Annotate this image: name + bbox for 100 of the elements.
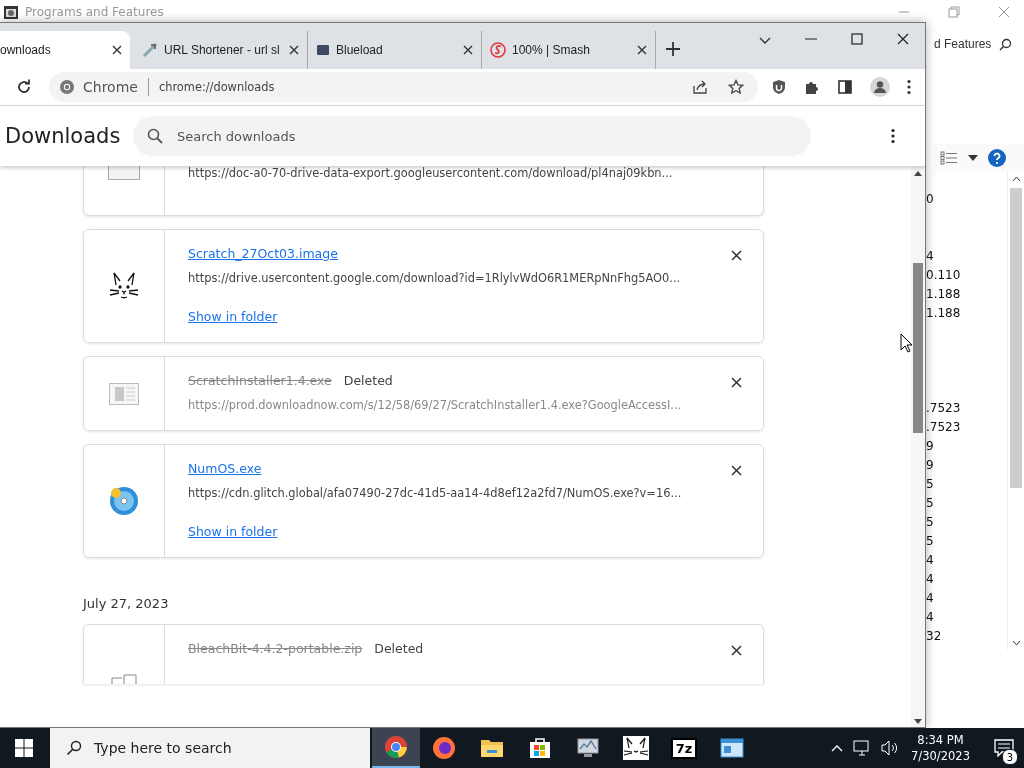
scroll-up-icon[interactable] bbox=[1011, 176, 1021, 182]
show-in-folder-link[interactable]: Show in folder bbox=[188, 524, 278, 539]
close-tab-icon[interactable] bbox=[463, 45, 473, 55]
chrome-icon bbox=[384, 735, 408, 759]
cat-face-icon bbox=[108, 271, 140, 301]
taskbar-app[interactable] bbox=[372, 728, 420, 768]
clock[interactable]: 8:34 PM 7/30/2023 bbox=[911, 732, 970, 764]
taskbar-app[interactable]: 7z bbox=[660, 728, 708, 768]
version-cell-text: 4 bbox=[926, 590, 935, 607]
source-url: https://drive.usercontent.google.com/download?id=1RlylvWdO6R1MERpNnFhg5AO0... bbox=[188, 271, 681, 285]
document-icon bbox=[109, 382, 139, 405]
close-tab-icon[interactable] bbox=[289, 45, 299, 55]
remove-icon[interactable] bbox=[731, 250, 742, 261]
version-cell-text: .7523 bbox=[926, 419, 962, 436]
show-in-folder-link[interactable]: Show in folder bbox=[188, 309, 278, 324]
search-field[interactable]: d Features bbox=[930, 32, 1016, 56]
monitor-icon bbox=[576, 737, 600, 759]
remove-icon[interactable] bbox=[731, 645, 742, 656]
maximize-icon[interactable] bbox=[851, 33, 863, 45]
dropdown-caret-icon[interactable] bbox=[968, 155, 978, 161]
scroll-down-icon[interactable] bbox=[914, 719, 922, 724]
version-cell-text: 0 bbox=[926, 191, 935, 208]
version-cell-text: 9 bbox=[926, 457, 935, 474]
version-cell-text: .7523 bbox=[926, 400, 962, 417]
network-icon[interactable] bbox=[853, 740, 872, 756]
chevron-up-icon[interactable] bbox=[831, 744, 844, 752]
file-link[interactable]: NumOS.exe bbox=[188, 461, 262, 476]
file-icon bbox=[108, 166, 140, 180]
square-favicon bbox=[316, 43, 330, 57]
date-heading: July 27, 2023 bbox=[83, 596, 170, 611]
tab-search-icon[interactable] bbox=[759, 37, 771, 45]
profile-icon[interactable] bbox=[870, 77, 890, 97]
help-icon[interactable] bbox=[988, 149, 1006, 167]
side-panel-icon[interactable] bbox=[837, 79, 853, 95]
version-cell-text: 9 bbox=[926, 438, 935, 455]
close-tab-icon[interactable] bbox=[112, 45, 122, 55]
search-field[interactable]: Search downloads bbox=[133, 116, 811, 156]
browser-tab[interactable]: 100% | Smash bbox=[482, 31, 656, 69]
source-url: https://doc-a0-70-drive-data-export.googleusercontent.com/download/pl4naj09kbn... bbox=[188, 166, 673, 180]
version-cell-text: 4 bbox=[926, 571, 935, 588]
shield-icon[interactable] bbox=[771, 79, 787, 95]
start-icon[interactable] bbox=[15, 739, 33, 757]
source-url: https://prod.downloadnow.com/s/12/58/69/27/ScratchInstaller1.4.exe?GoogleAccessI... bbox=[188, 398, 682, 412]
scrollbar-thumb[interactable] bbox=[913, 263, 923, 433]
smash-favicon bbox=[490, 42, 506, 58]
version-cell-text: 1.188 bbox=[926, 305, 962, 322]
version-cell-text: 4 bbox=[926, 248, 935, 265]
folder-icon bbox=[480, 737, 504, 759]
file-name: BleachBit-4.4.2-portable.zip bbox=[188, 641, 363, 656]
version-cell-text: 5 bbox=[926, 476, 935, 493]
menu-icon[interactable] bbox=[907, 79, 911, 95]
page-title: Downloads bbox=[5, 124, 122, 148]
version-cell-text: 4 bbox=[926, 552, 935, 569]
puzzle-icon[interactable] bbox=[804, 79, 820, 95]
scrollbar[interactable] bbox=[911, 166, 925, 727]
store-icon bbox=[529, 737, 551, 759]
scroll-down-icon[interactable] bbox=[1011, 640, 1021, 646]
link-favicon bbox=[142, 42, 158, 58]
more-icon[interactable] bbox=[891, 128, 895, 144]
taskbar-search-field[interactable]: Type here to search bbox=[50, 728, 370, 768]
search-icon bbox=[66, 740, 82, 756]
disc-icon bbox=[109, 486, 139, 516]
close-icon[interactable] bbox=[897, 33, 909, 45]
scrollbar[interactable] bbox=[1007, 172, 1024, 650]
remove-icon[interactable] bbox=[731, 465, 742, 476]
scrollbar-thumb[interactable] bbox=[1010, 188, 1022, 488]
browser-tab[interactable]: Blueload bbox=[308, 31, 482, 69]
new-tab-icon[interactable] bbox=[666, 42, 680, 56]
window-title: Programs and Features bbox=[25, 5, 164, 19]
browser-tab[interactable]: URL Shortener - url sl bbox=[134, 31, 308, 69]
version-cell-text: 5 bbox=[926, 533, 935, 550]
archive-icon bbox=[110, 674, 138, 684]
close-tab-icon[interactable] bbox=[637, 45, 647, 55]
version-cell-text: 32 bbox=[926, 628, 943, 645]
status-label: Deleted bbox=[343, 373, 393, 388]
source-url: https://cdn.glitch.global/afa07490-27dc-41d5-aa14-4d8ef12a2fd7/NumOS.exe?v=16... bbox=[188, 486, 682, 500]
scroll-up-icon[interactable] bbox=[914, 171, 922, 176]
version-cell-text: 5 bbox=[926, 495, 935, 512]
search-icon bbox=[999, 37, 1012, 51]
app-window-icon bbox=[720, 738, 744, 758]
version-cell-text: 4 bbox=[926, 609, 935, 626]
reload-icon[interactable] bbox=[16, 79, 32, 95]
version-cell-text: 1.188 bbox=[926, 286, 962, 303]
mouse-pointer-icon bbox=[900, 333, 913, 353]
file-link[interactable]: Scratch_27Oct03.image bbox=[188, 246, 338, 261]
search-icon bbox=[147, 128, 163, 144]
version-cell-text: 5 bbox=[926, 514, 935, 531]
file-name: ScratchInstaller1.4.exe bbox=[188, 373, 332, 388]
star-icon[interactable] bbox=[728, 79, 744, 95]
control-panel-icon bbox=[3, 4, 19, 20]
status-label: Deleted bbox=[374, 641, 424, 656]
notification-count-badge: 3 bbox=[1002, 749, 1018, 765]
version-cell-text: 0.110 bbox=[926, 267, 962, 284]
view-icon[interactable] bbox=[940, 151, 958, 165]
browser-tab[interactable]: ownloads bbox=[0, 31, 130, 69]
remove-icon[interactable] bbox=[731, 377, 742, 388]
share-icon[interactable] bbox=[692, 79, 708, 95]
firefox-icon bbox=[432, 736, 456, 760]
volume-icon[interactable] bbox=[881, 740, 900, 756]
address-bar[interactable]: Chrome chrome://downloads bbox=[49, 72, 758, 102]
